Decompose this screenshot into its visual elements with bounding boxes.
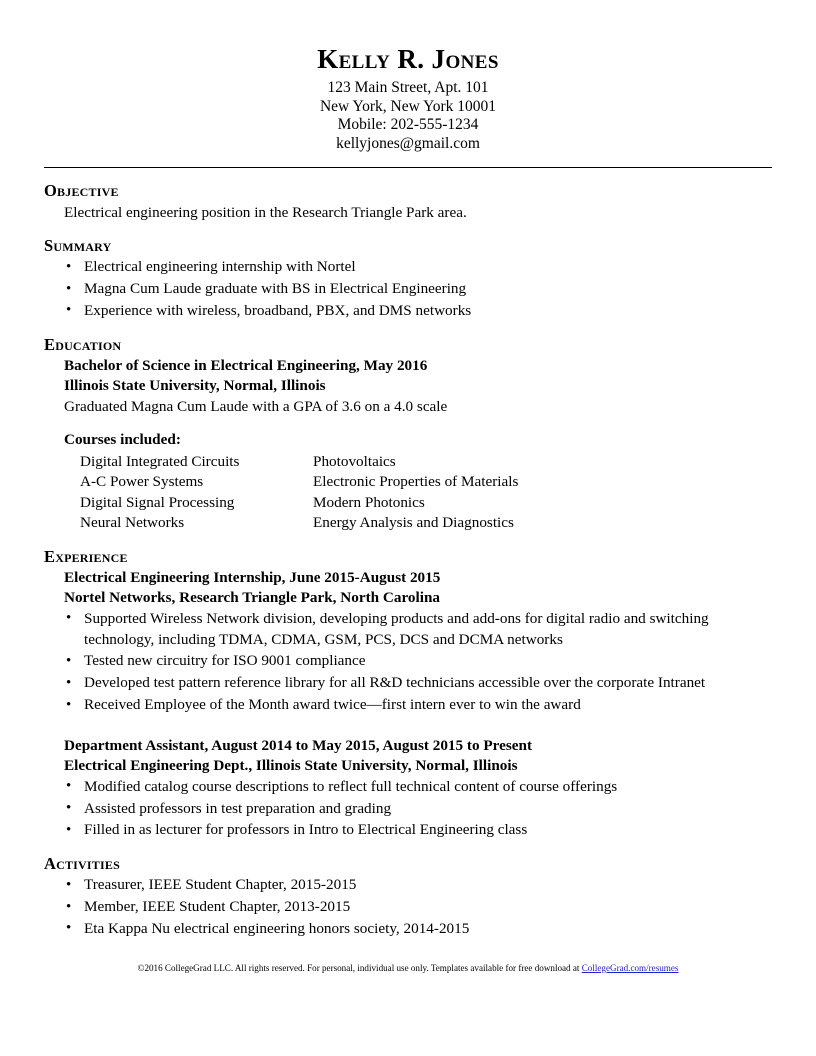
course-name: Digital Integrated Circuits	[80, 452, 240, 470]
experience-title: Department Assistant, August 2014 to May…	[64, 736, 532, 754]
course-row: Neural Networks Energy Analysis and Diagn…	[80, 513, 772, 534]
summary-bullet: Experience with wireless, broadband, PBX…	[44, 300, 772, 322]
course-name: Electronic Properties of Materials	[313, 473, 519, 491]
page-footer: ©2016 CollegeGrad LLC. All rights reserv…	[0, 962, 816, 974]
experience-organization: Electrical Engineering Dept., Illinois S…	[64, 757, 518, 775]
course-name: Modern Photonics	[313, 493, 425, 511]
experience-bullet: Supported Wireless Network division, dev…	[44, 608, 772, 651]
section-heading-summary: Summary	[44, 236, 112, 256]
course-row: Digital Integrated Circuits Photovoltaics	[80, 452, 772, 473]
education-school: Illinois State University, Normal, Illin…	[64, 377, 326, 395]
footer-copyright-text: ©2016 CollegeGrad LLC. All rights reserv…	[137, 963, 582, 973]
experience-bullet: Modified catalog course descriptions to …	[44, 776, 772, 798]
experience-bullet: Developed test pattern reference library…	[44, 673, 772, 694]
course-name: A-C Power Systems	[80, 473, 204, 491]
course-name: Digital Signal Processing	[80, 493, 235, 511]
summary-bullet: Magna Cum Laude graduate with BS in Elec…	[44, 279, 772, 300]
summary-bullet: Electrical engineering internship with N…	[44, 257, 772, 278]
course-name: Energy Analysis and Diagnostics	[313, 514, 514, 532]
activity-bullet: Member, IEEE Student Chapter, 2013-2015	[44, 897, 772, 918]
experience-entry: Department Assistant, August 2014 to May…	[44, 736, 772, 841]
section-heading-objective: Objective	[44, 181, 119, 201]
courses-grid: Digital Integrated Circuits Photovoltaics…	[44, 452, 772, 534]
course-row: Digital Signal Processing Modern Photonic…	[80, 493, 772, 514]
resume-header: Kelly R. Jones 123 Main Street, Apt. 101…	[44, 0, 772, 169]
experience-title: Electrical Engineering Internship, June …	[64, 568, 441, 586]
phone-number: Mobile: 202-555-1234	[337, 116, 479, 134]
course-name: Photovoltaics	[313, 452, 396, 470]
experience-bullet: Received Employee of the Month award twi…	[44, 695, 772, 716]
activity-bullet: Eta Kappa Nu electrical engineering hono…	[44, 918, 772, 940]
objective-text: Electrical engineering position in the R…	[64, 203, 467, 221]
summary-list: Electrical engineering internship with N…	[44, 257, 772, 321]
section-heading-experience: Experience	[44, 546, 128, 566]
section-education: Education Bachelor of Science in Electri…	[44, 334, 772, 534]
experience-organization: Nortel Networks, Research Triangle Park,…	[64, 589, 440, 607]
section-heading-education: Education	[44, 334, 122, 354]
experience-bullet: Assisted professors in test preparation …	[44, 798, 772, 820]
section-heading-activities: Activities	[44, 854, 120, 874]
resume-page: Kelly R. Jones 123 Main Street, Apt. 101…	[0, 0, 816, 1056]
activity-bullet: Treasurer, IEEE Student Chapter, 2015-20…	[44, 875, 772, 896]
experience-bullet: Tested new circuitry for ISO 9001 compli…	[44, 651, 772, 672]
course-row: A-C Power Systems Electronic Properties o…	[80, 472, 772, 493]
experience-bullet-list: Modified catalog course descriptions to …	[44, 776, 772, 841]
header-divider	[44, 167, 772, 169]
experience-entry: Electrical Engineering Internship, June …	[44, 568, 772, 716]
section-experience: Experience Electrical Engineering Intern…	[44, 546, 772, 842]
email-address: kellyjones@gmail.com	[336, 134, 480, 152]
experience-bullet-list: Supported Wireless Network division, dev…	[44, 608, 772, 716]
courses-heading: Courses included:	[64, 431, 181, 449]
address-line-1: 123 Main Street, Apt. 101	[327, 79, 489, 97]
collegegrad-resumes-link[interactable]: CollegeGrad.com/resumes	[582, 963, 679, 973]
experience-entries: Electrical Engineering Internship, June …	[44, 568, 772, 841]
candidate-name: Kelly R. Jones	[317, 44, 499, 74]
education-degree: Bachelor of Science in Electrical Engine…	[64, 356, 428, 374]
experience-bullet: Filled in as lecturer for professors in …	[44, 820, 772, 841]
address-line-2: New York, New York 10001	[319, 97, 497, 115]
activities-list: Treasurer, IEEE Student Chapter, 2015-20…	[44, 875, 772, 939]
section-objective: Objective Electrical engineering positio…	[44, 182, 772, 223]
education-honors: Graduated Magna Cum Laude with a GPA of …	[64, 397, 448, 415]
section-summary: Summary Electrical engineering internshi…	[44, 236, 772, 322]
section-activities: Activities Treasurer, IEEE Student Chapt…	[44, 855, 772, 940]
course-name: Neural Networks	[80, 514, 185, 532]
